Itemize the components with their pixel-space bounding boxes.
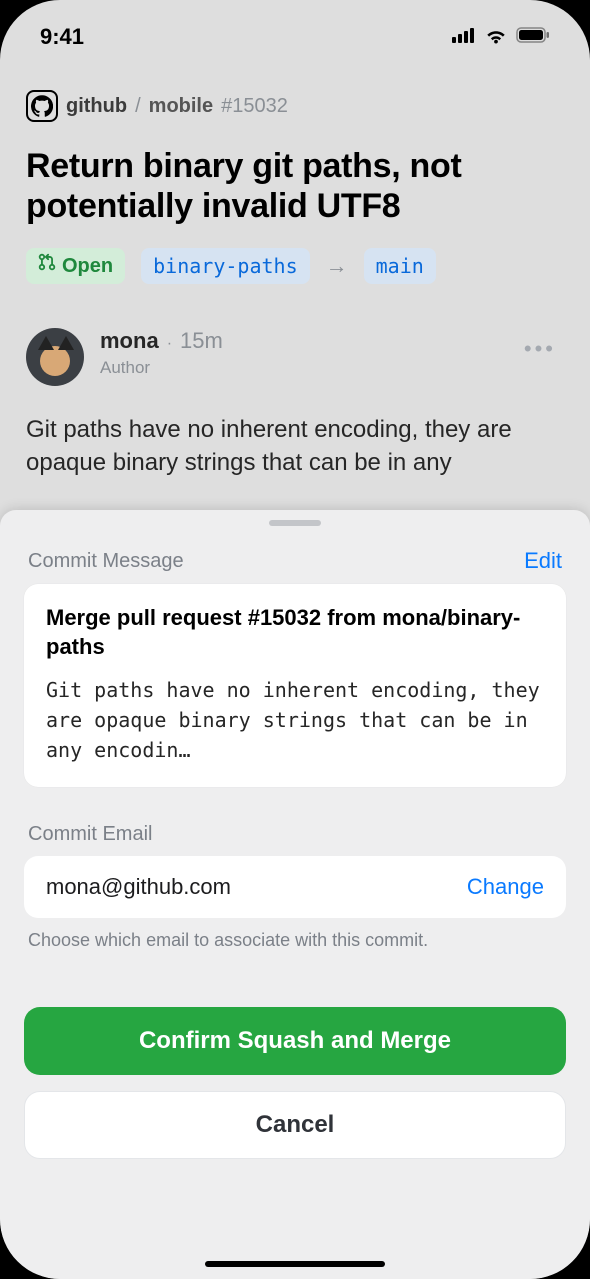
commit-email-value: mona@github.com — [46, 874, 231, 900]
status-time: 9:41 — [40, 24, 84, 50]
more-options-icon[interactable]: ••• — [516, 328, 564, 370]
git-pull-request-icon — [38, 252, 56, 280]
comment-time: 15m — [180, 328, 223, 354]
breadcrumb-org[interactable]: github — [66, 95, 127, 118]
comment-header: mona · 15m Author ••• — [26, 328, 564, 386]
source-branch-chip[interactable]: binary-paths — [141, 248, 310, 284]
breadcrumb-issue-number: #15032 — [221, 95, 288, 118]
commit-title: Merge pull request #15032 from mona/bina… — [46, 604, 544, 661]
comment-author[interactable]: mona — [100, 328, 159, 354]
avatar[interactable] — [26, 328, 84, 386]
dot-separator: · — [167, 335, 172, 353]
commit-body: Git paths have no inherent encoding, the… — [46, 675, 544, 765]
arrow-right-icon: → — [326, 253, 348, 279]
pr-state-label: Open — [62, 252, 113, 280]
status-icons — [452, 26, 550, 49]
target-branch-chip[interactable]: main — [364, 248, 436, 284]
wifi-icon — [484, 26, 508, 49]
merge-bottom-sheet: Commit Message Edit Merge pull request #… — [0, 510, 590, 1279]
commit-email-label: Commit Email — [28, 823, 152, 846]
edit-commit-message-button[interactable]: Edit — [524, 548, 562, 574]
sheet-grabber[interactable] — [269, 520, 321, 526]
change-email-button[interactable]: Change — [467, 874, 544, 900]
pr-state-badge: Open — [26, 248, 125, 284]
confirm-merge-button[interactable]: Confirm Squash and Merge — [24, 1007, 566, 1075]
pr-meta-row: Open binary-paths → main — [26, 248, 564, 284]
email-help-text: Choose which email to associate with thi… — [24, 930, 566, 951]
github-logo-icon — [26, 90, 58, 122]
commit-email-card[interactable]: mona@github.com Change — [24, 856, 566, 918]
cellular-icon — [452, 27, 476, 48]
home-indicator[interactable] — [205, 1261, 385, 1267]
page-content: github / mobile #15032 Return binary git… — [0, 60, 590, 479]
commit-message-card[interactable]: Merge pull request #15032 from mona/bina… — [24, 584, 566, 787]
status-bar: 9:41 — [0, 0, 590, 60]
author-badge: Author — [100, 358, 516, 378]
breadcrumb[interactable]: github / mobile #15032 — [26, 90, 564, 122]
breadcrumb-separator: / — [135, 95, 141, 118]
cancel-button[interactable]: Cancel — [24, 1091, 566, 1159]
commit-message-label: Commit Message — [28, 550, 184, 573]
device-frame: 9:41 github / mobile #15032 Return binar… — [0, 0, 590, 1279]
comment-body: Git paths have no inherent encoding, the… — [26, 414, 564, 479]
breadcrumb-repo[interactable]: mobile — [149, 95, 213, 118]
battery-icon — [516, 27, 550, 48]
pr-title: Return binary git paths, not potentially… — [26, 146, 564, 226]
